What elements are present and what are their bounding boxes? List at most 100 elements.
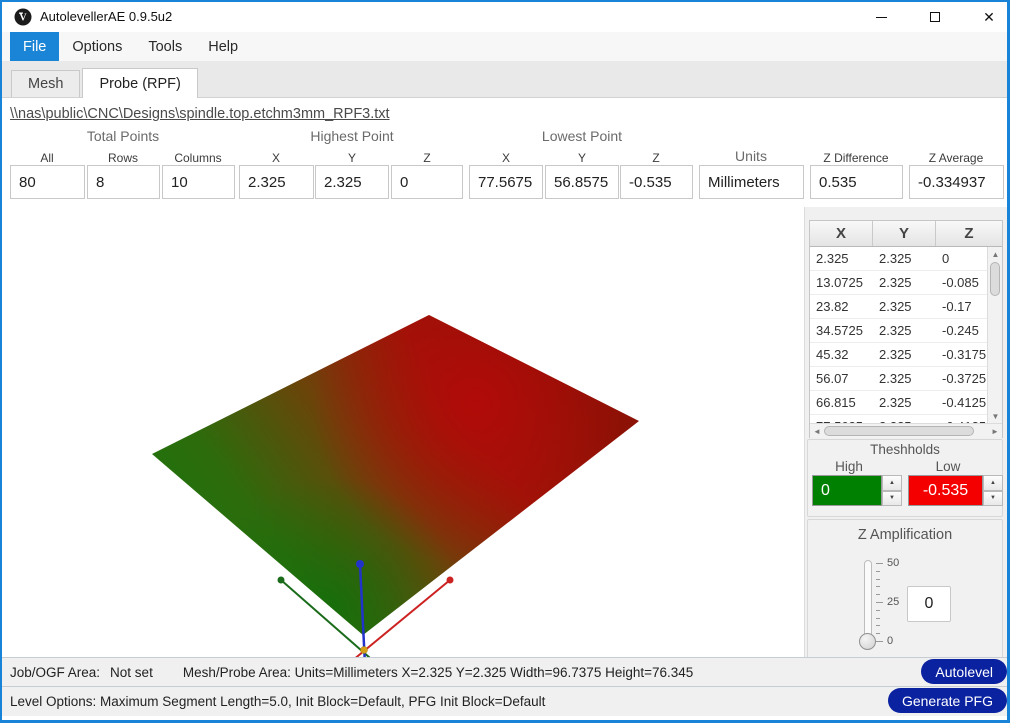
lowest-z-label: Z xyxy=(652,151,659,165)
x-axis-endpoint xyxy=(447,577,454,584)
mesh-3d-viewport[interactable] xyxy=(2,207,803,663)
lowest-y-field[interactable]: 56.8575 xyxy=(545,165,619,199)
thresholds-title: Theshholds xyxy=(808,442,1002,457)
threshold-high-input[interactable]: 0 xyxy=(812,475,882,506)
all-label: All xyxy=(40,151,53,165)
tab-strip: Mesh Probe (RPF) xyxy=(2,61,1007,98)
tab-probe-rpf[interactable]: Probe (RPF) xyxy=(82,68,197,98)
mesh-surface xyxy=(102,257,752,657)
scroll-up-icon[interactable]: ▲ xyxy=(988,247,1002,261)
table-row[interactable]: 13.0725 2.325 -0.085 xyxy=(810,271,1002,295)
menu-tools[interactable]: Tools xyxy=(135,32,195,61)
tick-50 xyxy=(876,563,883,564)
rows-label: Rows xyxy=(108,151,138,165)
close-button[interactable]: ✕ xyxy=(981,9,997,25)
table-row[interactable]: 2.325 2.325 0 xyxy=(810,247,1002,271)
table-header: X Y Z xyxy=(810,221,1002,247)
thresholds-groupbox: Theshholds High Low 0 ▲ ▼ -0.535 ▲ ▼ xyxy=(807,439,1003,517)
autolevel-button[interactable]: Autolevel xyxy=(921,659,1007,684)
total-points-columns-field[interactable]: 10 xyxy=(162,165,235,199)
menu-bar: File Options Tools Help xyxy=(2,32,1007,61)
columns-label: Columns xyxy=(174,151,221,165)
status-bar-area: Job/OGF Area: Not set Mesh/Probe Area: U… xyxy=(2,657,1007,686)
table-horizontal-scrollbar[interactable]: ◄ ► xyxy=(810,423,1002,438)
table-row[interactable]: 56.07 2.325 -0.3725 xyxy=(810,367,1002,391)
highest-z-label: Z xyxy=(423,151,430,165)
menu-help[interactable]: Help xyxy=(195,32,251,61)
table-row[interactable]: 45.32 2.325 -0.3175 xyxy=(810,343,1002,367)
vertical-scroll-thumb[interactable] xyxy=(990,262,1000,296)
maximize-button[interactable] xyxy=(927,9,943,25)
lowest-y-label: Y xyxy=(578,151,586,165)
generate-pfg-button[interactable]: Generate PFG xyxy=(888,688,1007,713)
menu-options[interactable]: Options xyxy=(59,32,135,61)
z-difference-field[interactable]: 0.535 xyxy=(810,165,903,199)
job-area-label: Job/OGF Area: xyxy=(10,665,100,680)
title-bar: V AutolevellerAE 0.9.5u2 ✕ xyxy=(2,2,1007,32)
lowest-z-field[interactable]: -0.535 xyxy=(620,165,693,199)
lowest-x-field[interactable]: 77.5675 xyxy=(469,165,543,199)
threshold-high-up-icon[interactable]: ▲ xyxy=(882,475,902,491)
mesh-probe-area-info: Mesh/Probe Area: Units=Millimeters X=2.3… xyxy=(183,665,693,680)
scroll-left-icon[interactable]: ◄ xyxy=(810,424,824,439)
right-panel: X Y Z 2.325 2.325 0 13.0725 2.325 -0.085… xyxy=(804,207,1007,663)
window-title: AutolevellerAE 0.9.5u2 xyxy=(40,9,172,24)
app-window: V AutolevellerAE 0.9.5u2 ✕ File Options … xyxy=(0,0,1010,723)
job-area-value: Not set xyxy=(110,665,153,680)
total-points-rows-field[interactable]: 8 xyxy=(87,165,160,199)
threshold-low-down-icon[interactable]: ▼ xyxy=(983,491,1003,507)
threshold-high-label: High xyxy=(835,459,863,474)
table-vertical-scrollbar[interactable]: ▲ ▼ xyxy=(987,247,1002,423)
total-points-label: Total Points xyxy=(87,128,159,144)
tick-0 xyxy=(876,641,883,642)
threshold-high-spinner: ▲ ▼ xyxy=(882,475,902,506)
threshold-low-input[interactable]: -0.535 xyxy=(908,475,983,506)
z-amplification-input[interactable]: 0 xyxy=(907,586,951,622)
highest-y-label: Y xyxy=(348,151,356,165)
menu-file[interactable]: File xyxy=(10,32,59,61)
probe-table-body: 2.325 2.325 0 13.0725 2.325 -0.085 23.82… xyxy=(810,247,1002,423)
slider-knob[interactable] xyxy=(859,633,876,650)
highest-x-field[interactable]: 2.325 xyxy=(239,165,314,199)
highest-z-field[interactable]: 0 xyxy=(391,165,463,199)
tick-label-50: 50 xyxy=(887,557,899,569)
horizontal-scroll-thumb[interactable] xyxy=(824,426,974,436)
highest-x-label: X xyxy=(272,151,280,165)
highest-point-label: Highest Point xyxy=(310,128,393,144)
table-row[interactable]: 77.5625 2.325 -0.4125 xyxy=(810,415,1002,423)
y-axis-endpoint xyxy=(278,577,285,584)
origin-marker xyxy=(361,647,368,654)
z-amplification-groupbox: Z Amplification 50 25 0 0 xyxy=(807,519,1003,660)
tick-label-0: 0 xyxy=(887,635,893,647)
probe-tab-content: \\nas\public\CNC\Designs\spindle.top.etc… xyxy=(2,98,1007,663)
status-bar-options: Level Options: Maximum Segment Length=5.… xyxy=(2,686,1007,716)
threshold-low-up-icon[interactable]: ▲ xyxy=(983,475,1003,491)
column-header-y[interactable]: Y xyxy=(873,221,936,246)
highest-y-field[interactable]: 2.325 xyxy=(315,165,389,199)
units-field[interactable]: Millimeters xyxy=(699,165,804,199)
table-row[interactable]: 23.82 2.325 -0.17 xyxy=(810,295,1002,319)
column-header-z[interactable]: Z xyxy=(936,221,1002,246)
minimize-button[interactable] xyxy=(873,9,889,25)
table-row[interactable]: 34.5725 2.325 -0.245 xyxy=(810,319,1002,343)
scroll-down-icon[interactable]: ▼ xyxy=(988,409,1002,423)
level-options-info: Level Options: Maximum Segment Length=5.… xyxy=(10,694,545,709)
scroll-right-icon[interactable]: ► xyxy=(988,424,1002,439)
z-amplification-title: Z Amplification xyxy=(808,527,1002,543)
tab-mesh[interactable]: Mesh xyxy=(11,70,80,97)
svg-text:V: V xyxy=(19,13,27,24)
z-average-field[interactable]: -0.334937 xyxy=(909,165,1004,199)
column-header-x[interactable]: X xyxy=(810,221,873,246)
app-icon: V xyxy=(14,8,32,26)
z-difference-label: Z Difference xyxy=(823,151,888,165)
threshold-low-label: Low xyxy=(936,459,961,474)
probe-points-table: X Y Z 2.325 2.325 0 13.0725 2.325 -0.085… xyxy=(809,220,1003,438)
total-points-all-field[interactable]: 80 xyxy=(10,165,85,199)
lowest-point-label: Lowest Point xyxy=(542,128,622,144)
table-row[interactable]: 66.815 2.325 -0.4125 xyxy=(810,391,1002,415)
threshold-high-down-icon[interactable]: ▼ xyxy=(882,491,902,507)
z-amplification-slider[interactable] xyxy=(864,560,872,644)
probe-file-link[interactable]: \\nas\public\CNC\Designs\spindle.top.etc… xyxy=(10,106,390,122)
units-label: Units xyxy=(735,148,767,164)
tick-25 xyxy=(876,602,883,603)
